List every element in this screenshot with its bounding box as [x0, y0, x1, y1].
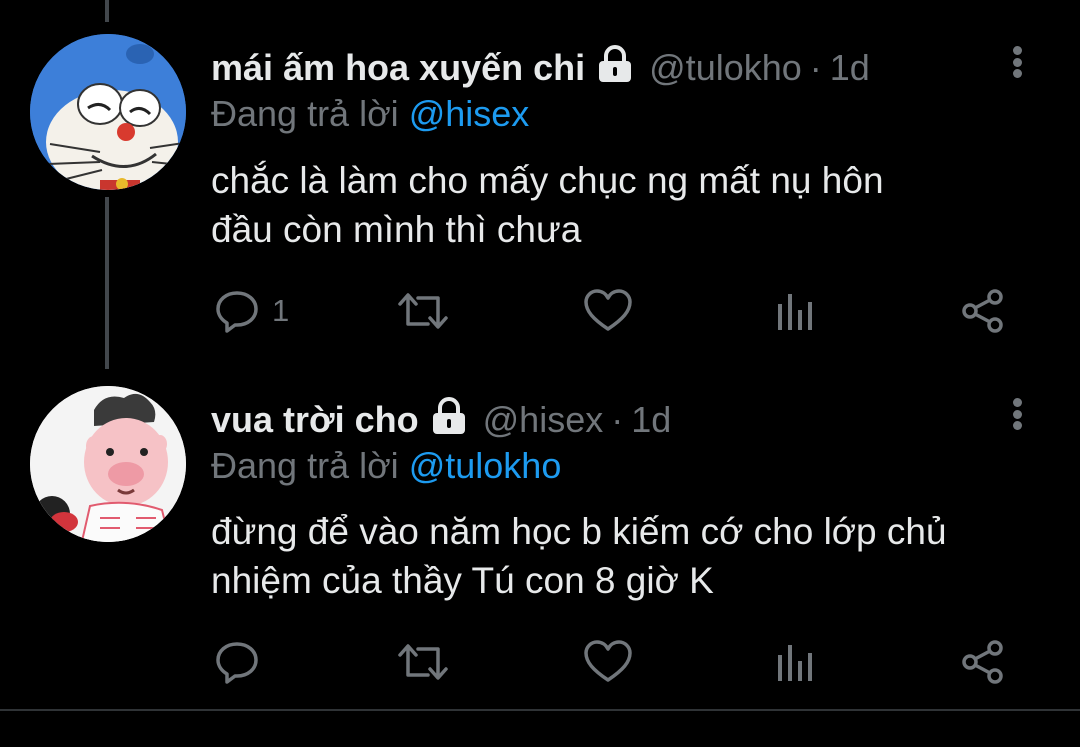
tweet-text: đừng để vào năm học b kiếm cớ cho lớp ch…: [211, 507, 1051, 605]
handle[interactable]: @hisex: [483, 400, 604, 440]
reply-mention[interactable]: @hisex: [409, 93, 530, 134]
tweet-text: chắc là làm cho mấy chục ng mất nụ hôn đ…: [211, 156, 1051, 254]
separator: ·: [809, 47, 822, 88]
share-button[interactable]: [960, 637, 1006, 687]
reply-icon: [216, 642, 258, 684]
more-options-icon[interactable]: [1004, 40, 1030, 84]
separator: ·: [611, 399, 624, 440]
more-options-icon[interactable]: [1004, 392, 1030, 436]
analytics-button[interactable]: [776, 286, 816, 336]
reply-mention[interactable]: @tulokho: [409, 445, 562, 486]
retweet-icon: [398, 293, 448, 329]
analytics-button[interactable]: [776, 637, 816, 687]
replying-to: Đang trả lời @hisex: [211, 94, 529, 134]
pig-character-avatar: [30, 386, 186, 542]
feed-divider: [0, 709, 1080, 711]
like-button[interactable]: [583, 637, 633, 687]
retweet-icon: [398, 644, 448, 680]
lock-icon: [595, 44, 635, 92]
timestamp[interactable]: 1d: [830, 48, 870, 88]
handle[interactable]: @tulokho: [649, 48, 802, 88]
retweet-button[interactable]: [397, 286, 449, 336]
reply-count: 1: [272, 293, 290, 328]
tweet-actions: [0, 637, 1080, 687]
like-button[interactable]: [583, 286, 633, 336]
avatar[interactable]: [30, 386, 186, 542]
replying-to-label: Đang trả lời: [211, 445, 399, 486]
tweet-text-line: đừng để vào năm học b kiếm cớ cho lớp ch…: [211, 511, 947, 552]
reply-button[interactable]: [214, 637, 272, 687]
timestamp[interactable]: 1d: [631, 400, 671, 440]
like-icon: [584, 640, 632, 682]
like-icon: [584, 289, 632, 331]
reply-icon: [216, 291, 258, 333]
analytics-icon: [778, 294, 812, 330]
doraemon-avatar: [30, 34, 186, 190]
lock-icon: [429, 396, 469, 444]
tweet[interactable]: vua trời cho @hisex · 1d Đang trả lời @t…: [0, 370, 1080, 710]
share-button[interactable]: [960, 286, 1006, 336]
tweet-actions: 1: [0, 286, 1080, 336]
replying-to-label: Đang trả lời: [211, 93, 399, 134]
tweet[interactable]: mái ấm hoa xuyến chi @tulokho · 1d Đang …: [0, 0, 1080, 370]
replying-to: Đang trả lời @tulokho: [211, 446, 561, 486]
tweet-header: mái ấm hoa xuyến chi @tulokho · 1d: [211, 44, 870, 92]
analytics-icon: [778, 645, 812, 681]
retweet-button[interactable]: [397, 637, 449, 687]
tweet-text-line: chắc là làm cho mấy chục ng mất nụ hôn: [211, 160, 884, 201]
tweet-header: vua trời cho @hisex · 1d: [211, 396, 671, 444]
display-name[interactable]: mái ấm hoa xuyến chi: [211, 48, 585, 88]
tweet-text-line: đầu còn mình thì chưa: [211, 209, 582, 250]
avatar[interactable]: [30, 34, 186, 190]
tweet-text-line: nhiệm của thầy Tú con 8 giờ K: [211, 560, 714, 601]
share-icon: [962, 640, 1003, 684]
share-icon: [962, 289, 1003, 333]
display-name[interactable]: vua trời cho: [211, 400, 419, 440]
reply-button[interactable]: 1: [214, 286, 289, 336]
